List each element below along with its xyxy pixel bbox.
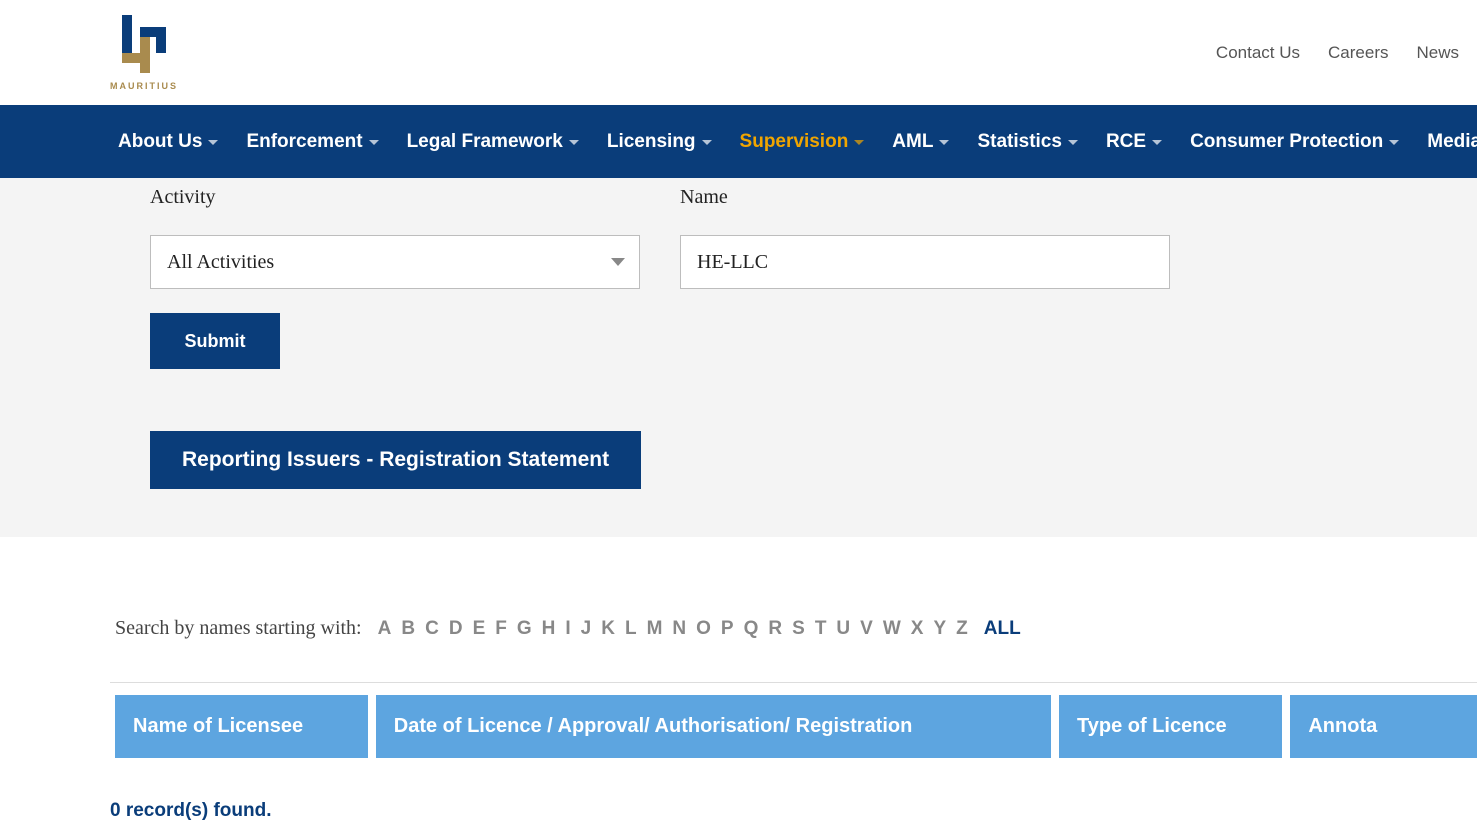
- reporting-issuers-button[interactable]: Reporting Issuers - Registration Stateme…: [150, 431, 641, 489]
- top-link-news[interactable]: News: [1416, 43, 1459, 63]
- alpha-letter-l[interactable]: L: [625, 618, 637, 640]
- alpha-letter-all[interactable]: ALL: [984, 618, 1021, 640]
- activity-select[interactable]: All Activities: [150, 235, 640, 289]
- alpha-letter-x[interactable]: X: [911, 618, 924, 640]
- nav-about-us[interactable]: About Us: [118, 131, 218, 153]
- alpha-letter-c[interactable]: C: [425, 618, 439, 640]
- alpha-letter-t[interactable]: T: [815, 618, 827, 640]
- alpha-letter-v[interactable]: V: [860, 618, 873, 640]
- alpha-letter-w[interactable]: W: [883, 618, 901, 640]
- nav-supervision[interactable]: Supervision: [740, 131, 865, 153]
- alpha-letter-a[interactable]: A: [378, 618, 392, 640]
- results-table-header: Name of Licensee Date of Licence / Appro…: [115, 695, 1477, 758]
- alpha-letter-p[interactable]: P: [721, 618, 734, 640]
- alpha-letter-o[interactable]: O: [696, 618, 711, 640]
- logo[interactable]: MAURITIUS: [110, 15, 178, 91]
- chevron-down-icon: [939, 140, 949, 145]
- alpha-letter-u[interactable]: U: [836, 618, 850, 640]
- alpha-letter-f[interactable]: F: [495, 618, 507, 640]
- chevron-down-icon: [702, 140, 712, 145]
- th-name-of-licensee: Name of Licensee: [115, 695, 368, 758]
- alpha-letter-e[interactable]: E: [473, 618, 486, 640]
- alpha-letter-d[interactable]: D: [449, 618, 463, 640]
- alphabet-filter: Search by names starting with: ABCDEFGHI…: [0, 537, 1477, 640]
- logo-text: MAURITIUS: [110, 81, 178, 91]
- chevron-down-icon: [854, 140, 864, 145]
- chevron-down-icon: [1389, 140, 1399, 145]
- chevron-down-icon: [369, 140, 379, 145]
- chevron-down-icon: [611, 258, 625, 266]
- activity-select-value: All Activities: [167, 251, 274, 274]
- th-date-of-licence: Date of Licence / Approval/ Authorisatio…: [376, 695, 1051, 758]
- alpha-letter-g[interactable]: G: [517, 618, 532, 640]
- top-header: MAURITIUS Contact Us Careers News: [0, 0, 1477, 105]
- submit-button[interactable]: Submit: [150, 313, 280, 369]
- nav-rce[interactable]: RCE: [1106, 131, 1162, 153]
- alpha-letter-k[interactable]: K: [601, 618, 615, 640]
- alpha-letter-i[interactable]: I: [565, 618, 570, 640]
- main-nav: About Us Enforcement Legal Framework Lic…: [0, 105, 1477, 178]
- alpha-letter-n[interactable]: N: [672, 618, 686, 640]
- chevron-down-icon: [1068, 140, 1078, 145]
- nav-consumer-protection[interactable]: Consumer Protection: [1190, 131, 1399, 153]
- top-link-careers[interactable]: Careers: [1328, 43, 1388, 63]
- nav-licensing[interactable]: Licensing: [607, 131, 712, 153]
- nav-legal-framework[interactable]: Legal Framework: [407, 131, 579, 153]
- activity-label: Activity: [150, 186, 640, 209]
- search-panel: Activity All Activities Name Submit Repo…: [0, 178, 1477, 537]
- top-link-contact[interactable]: Contact Us: [1216, 43, 1300, 63]
- th-annotation: Annota: [1290, 695, 1477, 758]
- nav-statistics[interactable]: Statistics: [977, 131, 1077, 153]
- chevron-down-icon: [208, 140, 218, 145]
- alphabet-prefix: Search by names starting with:: [115, 617, 362, 640]
- alpha-letter-j[interactable]: J: [581, 618, 592, 640]
- alpha-letter-m[interactable]: M: [647, 618, 663, 640]
- alpha-letter-z[interactable]: Z: [956, 618, 968, 640]
- alpha-letter-y[interactable]: Y: [933, 618, 946, 640]
- chevron-down-icon: [569, 140, 579, 145]
- alpha-letter-q[interactable]: Q: [744, 618, 759, 640]
- nav-enforcement[interactable]: Enforcement: [246, 131, 378, 153]
- nav-media[interactable]: Media Co: [1427, 131, 1477, 153]
- nav-aml[interactable]: AML: [892, 131, 949, 153]
- logo-icon: [114, 15, 174, 77]
- alpha-letter-h[interactable]: H: [542, 618, 556, 640]
- alpha-letter-b[interactable]: B: [401, 618, 415, 640]
- top-links: Contact Us Careers News: [1216, 43, 1459, 63]
- name-input[interactable]: [680, 235, 1170, 289]
- chevron-down-icon: [1152, 140, 1162, 145]
- name-label: Name: [680, 186, 1170, 209]
- th-type-of-licence: Type of Licence: [1059, 695, 1282, 758]
- divider: [110, 682, 1477, 683]
- alpha-letter-r[interactable]: R: [768, 618, 782, 640]
- alpha-letter-s[interactable]: S: [792, 618, 805, 640]
